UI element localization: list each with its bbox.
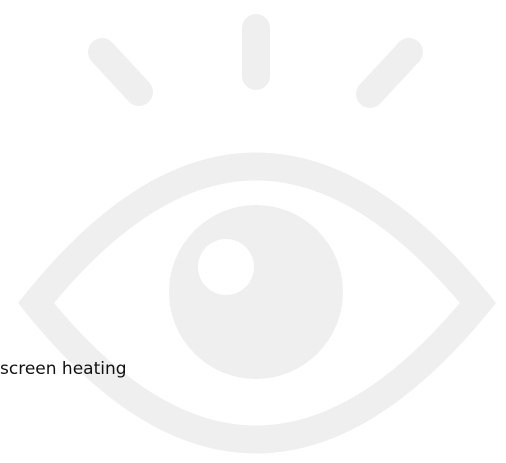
top-left-ray-icon: [88, 38, 153, 106]
top-right-ray-icon: [356, 38, 423, 108]
eye-highlight-icon: [198, 239, 254, 295]
eye-icon: [18, 14, 497, 454]
slide-canvas: screen heating: [0, 0, 506, 463]
pupil-icon: [169, 205, 343, 379]
caption-text: screen heating: [0, 359, 127, 379]
